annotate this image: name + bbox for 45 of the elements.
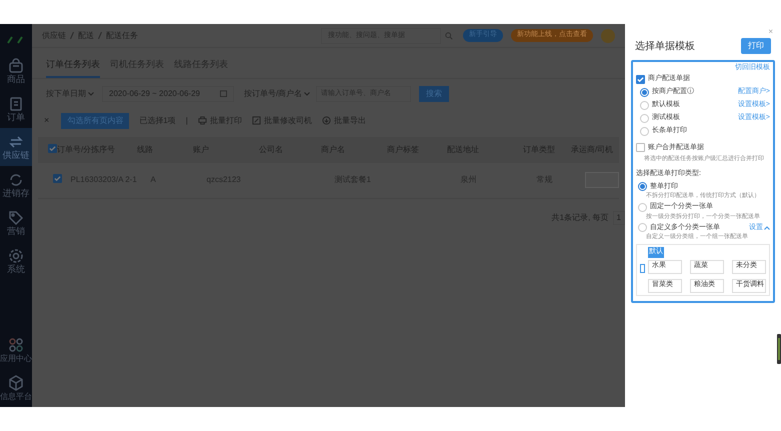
checkbox[interactable] <box>636 143 645 152</box>
panel-title: 选择单据模板 <box>635 40 695 54</box>
drag-handle-icon[interactable] <box>640 264 645 272</box>
checkbox[interactable] <box>48 144 57 152</box>
radio-button[interactable] <box>640 114 649 122</box>
breadcrumb-separator-icon <box>70 32 74 39</box>
radio-button[interactable] <box>638 223 647 232</box>
close-button[interactable]: × <box>768 26 773 38</box>
radio-button[interactable] <box>640 100 649 110</box>
cube-icon <box>8 374 24 390</box>
print-button[interactable]: 打印 <box>741 38 771 54</box>
print-icon <box>198 116 207 125</box>
breadcrumb-separator-icon <box>98 32 102 39</box>
export-icon <box>322 116 331 125</box>
caret-icon <box>764 226 770 230</box>
calendar-icon <box>220 90 227 97</box>
sidebar-item[interactable]: 系统 <box>0 242 32 280</box>
sidebar-item[interactable]: 进销存 <box>0 166 32 204</box>
sidebar-item[interactable]: 供应链 <box>0 128 32 166</box>
sidebar-item[interactable]: 订单 <box>0 90 32 128</box>
caret-icon <box>88 92 94 96</box>
radio-button[interactable] <box>638 202 647 212</box>
close-button[interactable]: × <box>42 114 52 128</box>
sidebar-item[interactable]: 营销 <box>0 204 32 242</box>
sidebar-item[interactable]: 商品 <box>0 52 32 90</box>
radio-button[interactable] <box>640 126 649 136</box>
sidebar-item[interactable]: 信息平台 <box>0 369 32 407</box>
cycle-icon <box>8 172 24 188</box>
apps-icon <box>8 336 24 352</box>
search-icon[interactable] <box>445 32 453 40</box>
bag-icon <box>8 58 24 74</box>
edit-icon <box>252 116 261 125</box>
checkbox[interactable] <box>53 174 62 183</box>
swap-icon <box>8 134 24 150</box>
radio-button[interactable] <box>638 182 647 192</box>
settings-icon <box>8 248 24 264</box>
sidebar-item[interactable]: 应用中心 <box>0 331 32 369</box>
tag-icon <box>8 210 24 226</box>
checkbox[interactable] <box>636 74 645 84</box>
avatar[interactable] <box>601 28 615 42</box>
document-icon <box>8 96 24 112</box>
side-widget-icon[interactable] <box>777 334 781 364</box>
caret-icon <box>304 92 310 96</box>
separator: | <box>186 114 188 126</box>
radio-button[interactable] <box>640 88 649 96</box>
